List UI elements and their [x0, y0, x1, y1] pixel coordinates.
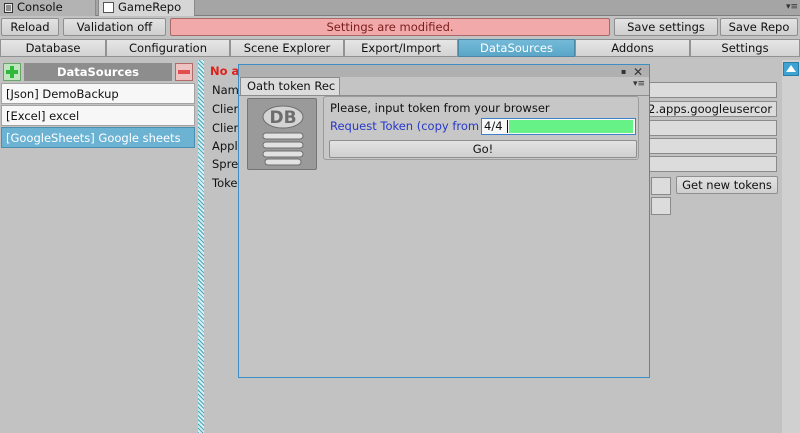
datasources-header: DataSources: [24, 63, 172, 81]
token-prompt: Please, input token from your browser: [330, 101, 550, 115]
remove-datasource-icon[interactable]: [175, 63, 193, 81]
validation-toggle-button[interactable]: Validation off: [63, 18, 166, 36]
form-label-name: Nam: [212, 83, 239, 97]
oauth-token-dialog: ▪ ✕ Oath token Rec ▾≡ DB Please, input t…: [238, 64, 650, 378]
tab-export-import[interactable]: Export/Import: [344, 39, 458, 57]
tab-gamerepo[interactable]: GameRepo: [98, 0, 195, 16]
name-field[interactable]: [644, 82, 777, 98]
tab-menu-icon[interactable]: ▾≡: [786, 2, 798, 12]
token-field[interactable]: [651, 177, 671, 195]
go-button[interactable]: Go!: [329, 140, 637, 158]
form-label-client-secret: Clier: [212, 121, 239, 135]
dialog-tab[interactable]: Oath token Rec: [240, 77, 340, 95]
spreadsheet-field[interactable]: [644, 156, 777, 172]
refresh-token-field[interactable]: [651, 197, 671, 215]
application-field[interactable]: [644, 138, 777, 154]
form-label-client-id: Clier: [212, 102, 239, 116]
save-settings-button[interactable]: Save settings: [614, 18, 718, 36]
datasource-item-excel[interactable]: [Excel] excel: [1, 105, 195, 126]
dialog-title-bar[interactable]: [239, 65, 649, 77]
datasource-item-googlesheets[interactable]: [GoogleSheets] Google sheets: [1, 127, 195, 148]
text-cursor: [507, 120, 508, 133]
tab-scene-explorer[interactable]: Scene Explorer: [230, 39, 344, 57]
tab-datasources[interactable]: DataSources: [458, 39, 575, 57]
token-input-text: 4/4: [484, 119, 503, 133]
maximize-icon[interactable]: ▪: [621, 67, 626, 76]
tab-database[interactable]: Database: [0, 39, 106, 57]
tab-addons[interactable]: Addons: [575, 39, 690, 57]
tab-console[interactable]: Console: [0, 0, 96, 16]
form-label-application: Appl: [212, 139, 238, 153]
form-label-token: Toke: [212, 176, 238, 190]
token-input[interactable]: 4/4: [481, 118, 636, 135]
add-datasource-icon[interactable]: [3, 63, 21, 81]
save-repo-button[interactable]: Save Repo: [720, 18, 798, 36]
toolbar: Reload Validation off Settings are modif…: [0, 16, 800, 38]
client-secret-field[interactable]: [644, 120, 777, 136]
request-token-link[interactable]: Request Token (copy from: [330, 119, 482, 133]
close-icon[interactable]: ✕: [633, 65, 643, 79]
datasource-item-json[interactable]: [Json] DemoBackup: [1, 83, 195, 104]
console-icon: [4, 2, 13, 17]
form-label-spreadsheet: Spre: [212, 157, 239, 171]
get-new-tokens-button[interactable]: Get new tokens: [676, 176, 778, 194]
token-selection-highlight: [509, 120, 633, 133]
main-tabs: Database Configuration Scene Explorer Ex…: [0, 38, 800, 58]
client-id-field[interactable]: 2.apps.googleusercor: [644, 101, 777, 117]
dialog-menu-icon[interactable]: ▾≡: [633, 79, 645, 89]
tab-configuration[interactable]: Configuration: [106, 39, 230, 57]
database-logo: DB: [247, 98, 317, 170]
reload-button[interactable]: Reload: [1, 18, 59, 36]
error-text: No a: [210, 64, 240, 78]
tab-settings[interactable]: Settings: [690, 39, 800, 57]
tab-console-label: Console: [17, 0, 63, 14]
scrollbar[interactable]: [782, 60, 800, 433]
scroll-up-arrow-icon[interactable]: [783, 62, 799, 76]
token-input-group: Please, input token from your browser Re…: [323, 96, 639, 160]
window-icon: [103, 2, 114, 17]
datasources-panel: DataSources [Json] DemoBackup [Excel] ex…: [0, 60, 198, 433]
settings-modified-banner: Settings are modified.: [170, 18, 610, 36]
tab-gamerepo-label: GameRepo: [118, 0, 182, 14]
window-tab-strip: Console GameRepo ▾≡: [0, 0, 800, 16]
database-logo-text: DB: [269, 108, 296, 128]
